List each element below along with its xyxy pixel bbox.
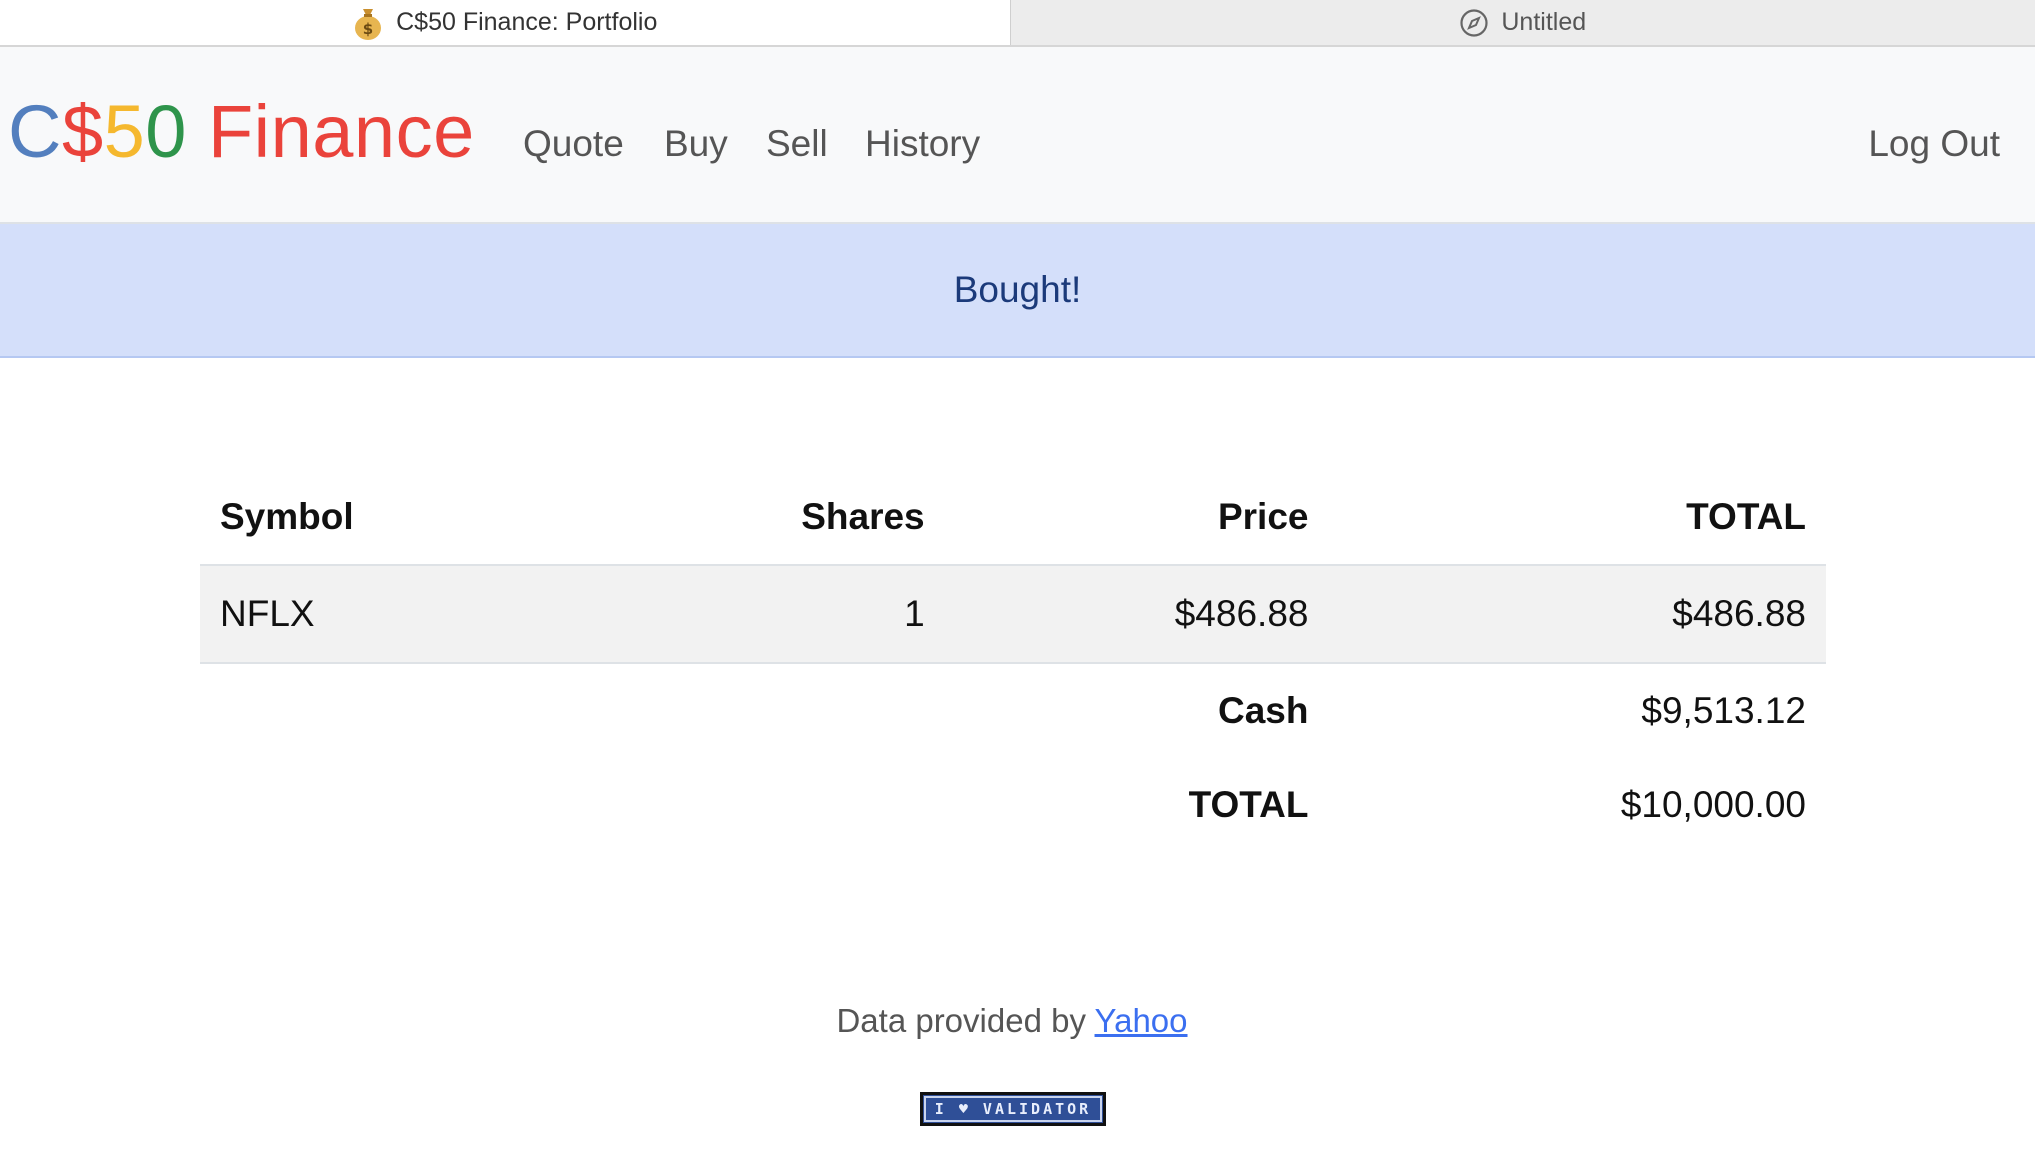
cash-row: Cash $9,513.12 xyxy=(200,663,1826,758)
logout-link[interactable]: Log Out xyxy=(1868,125,2000,162)
compass-icon xyxy=(1459,8,1489,38)
grand-total-row: TOTAL $10,000.00 xyxy=(200,758,1826,852)
nav-history-link[interactable]: History xyxy=(865,125,980,162)
header-symbol: Symbol xyxy=(200,470,584,566)
portfolio-table: Symbol Shares Price TOTAL NFLX 1 $486.88… xyxy=(200,470,1826,852)
cash-label: Cash xyxy=(1218,690,1309,731)
flash-alert: Bought! xyxy=(0,224,2035,358)
brand-logo-link[interactable]: C$50 Finance xyxy=(8,95,475,169)
grand-total-value: $10,000.00 xyxy=(1620,784,1806,825)
grand-total-label: TOTAL xyxy=(1188,784,1309,825)
cash-value: $9,513.12 xyxy=(1641,690,1806,731)
yahoo-link[interactable]: Yahoo xyxy=(1095,1002,1188,1039)
header-total: TOTAL xyxy=(1328,470,1826,566)
brand-part: 0 xyxy=(145,90,187,173)
brand-part: Finance xyxy=(186,90,475,173)
cell-shares: 1 xyxy=(583,565,945,664)
table-header-row: Symbol Shares Price TOTAL xyxy=(200,470,1826,566)
attribution-prefix: Data provided by xyxy=(836,1002,1086,1039)
nav-quote-link[interactable]: Quote xyxy=(523,125,624,162)
cell-total: $486.88 xyxy=(1328,565,1826,664)
header-shares: Shares xyxy=(583,470,945,566)
brand-part: 5 xyxy=(103,90,146,173)
validator-badge-text: I ♥ VALIDATOR xyxy=(934,1100,1092,1118)
tab-untitled[interactable]: Untitled xyxy=(1010,0,2035,45)
brand-part: C xyxy=(8,90,62,173)
tab-title: C$50 Finance: Portfolio xyxy=(396,8,658,36)
cell-symbol: NFLX xyxy=(200,565,584,664)
money-bag-icon: $ xyxy=(352,5,384,41)
nav-sell-link[interactable]: Sell xyxy=(766,125,828,162)
header-price: Price xyxy=(944,470,1329,566)
svg-text:$: $ xyxy=(363,20,373,38)
tab-portfolio[interactable]: $ C$50 Finance: Portfolio xyxy=(0,0,1011,45)
data-attribution: Data provided by Yahoo xyxy=(0,1002,2024,1040)
alert-message: Bought! xyxy=(953,269,1082,310)
nav-buy-link[interactable]: Buy xyxy=(664,125,728,162)
cell-price: $486.88 xyxy=(944,565,1329,664)
browser-tab-strip: $ C$50 Finance: Portfolio Untitled xyxy=(0,0,2035,47)
tab-title: Untitled xyxy=(1501,8,1587,36)
validator-badge[interactable]: I ♥ VALIDATOR xyxy=(920,1092,1106,1126)
brand-part: $ xyxy=(61,90,104,173)
navbar: C$50 Finance Quote Buy Sell History Log … xyxy=(0,47,2035,224)
table-row: NFLX 1 $486.88 $486.88 xyxy=(200,565,1826,664)
